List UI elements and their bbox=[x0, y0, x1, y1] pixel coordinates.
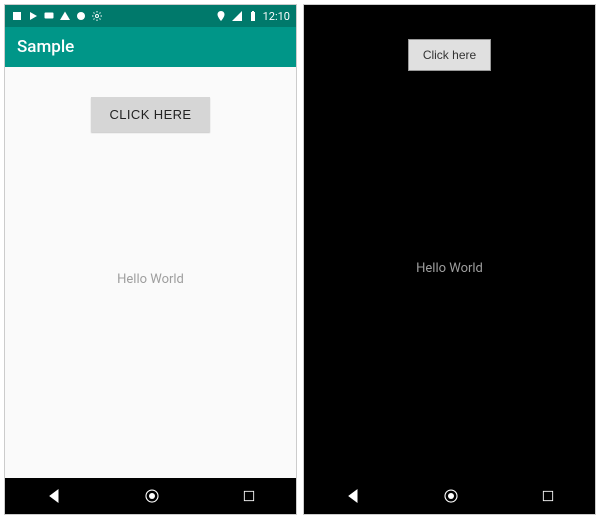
app-title: Sample bbox=[17, 37, 74, 57]
signal-icon bbox=[231, 10, 243, 22]
content-area: CLICK HERE Hello World bbox=[5, 67, 296, 478]
warning-icon bbox=[59, 10, 71, 22]
nav-bar bbox=[304, 478, 595, 514]
battery-icon bbox=[247, 10, 259, 22]
phone-dark: Click here Hello World bbox=[303, 4, 596, 515]
hello-world-text: Hello World bbox=[117, 272, 184, 287]
content-area: Click here Hello World bbox=[304, 27, 595, 478]
chat-icon bbox=[43, 10, 55, 22]
settings-icon bbox=[91, 10, 103, 22]
home-icon[interactable] bbox=[442, 487, 460, 505]
phone-light: 12:10 Sample CLICK HERE Hello World bbox=[4, 4, 297, 515]
click-here-button[interactable]: CLICK HERE bbox=[91, 97, 209, 132]
home-icon[interactable] bbox=[143, 487, 161, 505]
recent-icon[interactable] bbox=[242, 489, 256, 503]
play-icon bbox=[27, 10, 39, 22]
location-icon bbox=[215, 10, 227, 22]
status-right-icons: 12:10 bbox=[215, 10, 290, 23]
nav-bar bbox=[5, 478, 296, 514]
back-icon[interactable] bbox=[46, 488, 62, 504]
status-bar bbox=[304, 5, 595, 27]
status-time: 12:10 bbox=[263, 10, 290, 23]
status-left-icons bbox=[11, 10, 103, 22]
hello-world-text: Hello World bbox=[416, 261, 483, 276]
circle-icon bbox=[75, 10, 87, 22]
back-icon[interactable] bbox=[345, 488, 361, 504]
click-here-button[interactable]: Click here bbox=[408, 39, 491, 71]
app-bar: Sample bbox=[5, 27, 296, 67]
status-bar: 12:10 bbox=[5, 5, 296, 27]
recent-icon[interactable] bbox=[541, 489, 555, 503]
square-icon bbox=[11, 10, 23, 22]
